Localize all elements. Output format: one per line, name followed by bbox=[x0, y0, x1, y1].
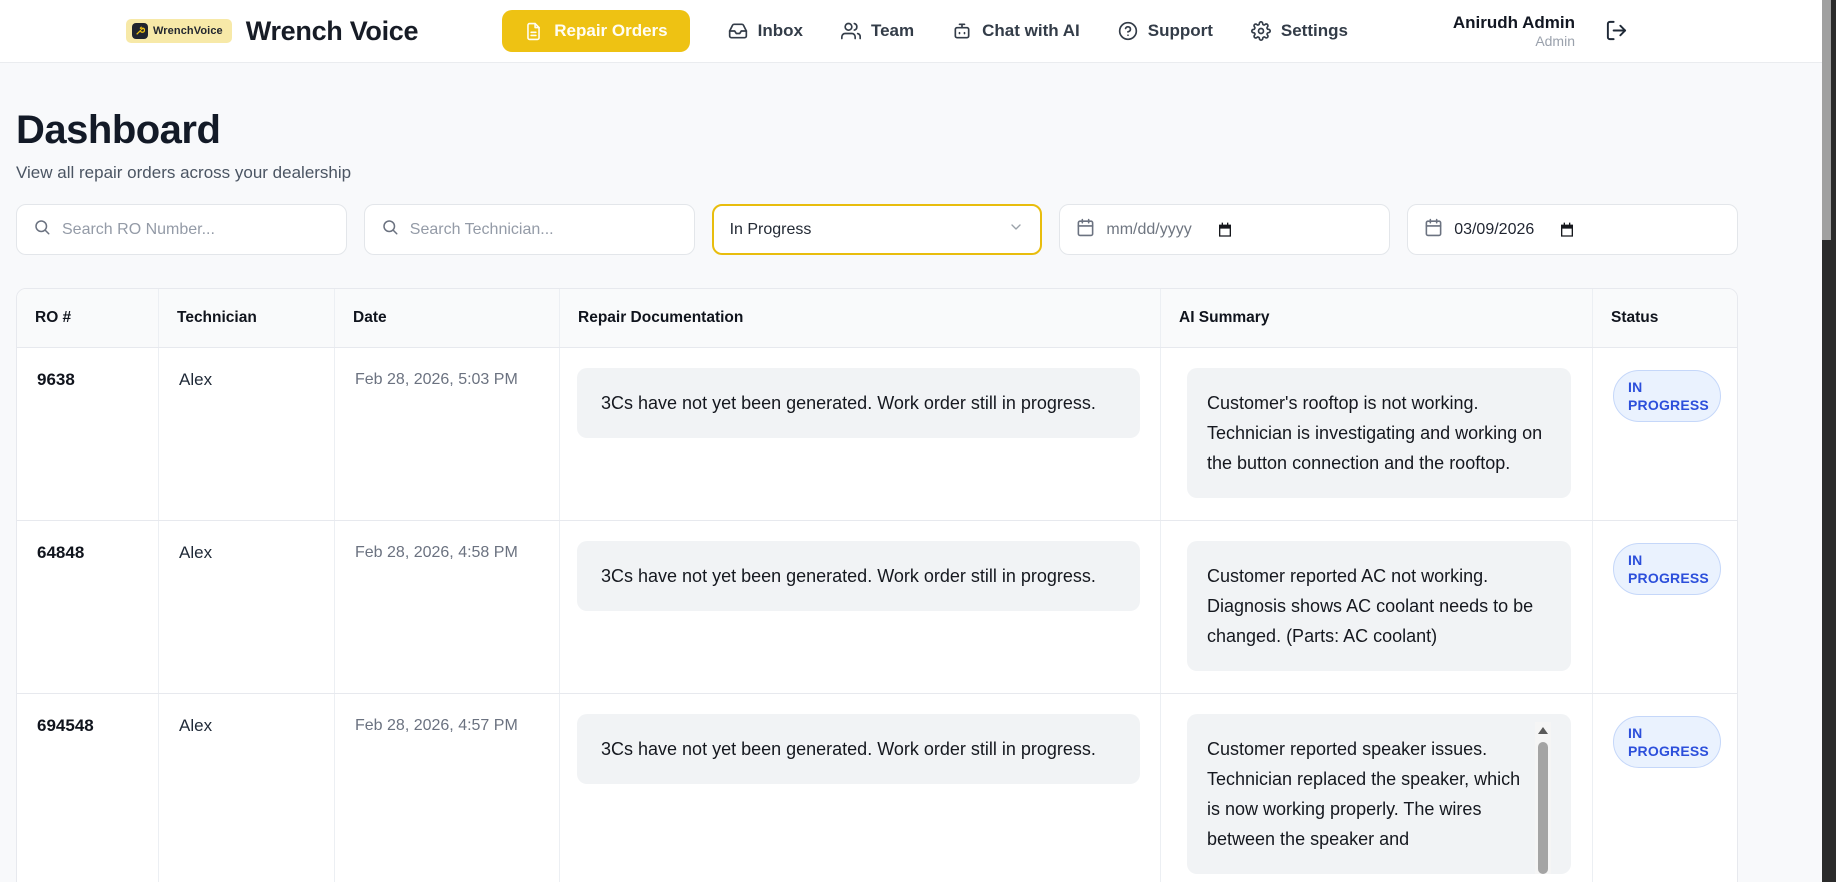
ai-summary-text: Customer's rooftop is not working. Techn… bbox=[1187, 368, 1571, 498]
status-cell: IN PROGRESS bbox=[1593, 694, 1737, 882]
ro-number: 9638 bbox=[17, 348, 159, 520]
ai-summary-cell: Customer reported AC not working. Diagno… bbox=[1161, 521, 1593, 693]
date-to-input[interactable]: 03/09/2026 bbox=[1407, 204, 1738, 255]
summary-scrollbar[interactable] bbox=[1535, 722, 1551, 874]
user-info: Anirudh Admin Admin bbox=[1453, 12, 1575, 51]
nav-chat-with-ai-label: Chat with AI bbox=[982, 21, 1080, 41]
page-scrollbar[interactable] bbox=[1822, 0, 1836, 882]
date-picker-icon[interactable] bbox=[1217, 222, 1233, 238]
search-technician-box bbox=[364, 204, 695, 255]
status-filter-select[interactable]: In Progress bbox=[712, 204, 1043, 255]
nav-settings-label: Settings bbox=[1281, 21, 1348, 41]
search-icon bbox=[33, 218, 51, 241]
order-date: Feb 28, 2026, 4:58 PM bbox=[335, 521, 560, 693]
column-header-ro: RO # bbox=[17, 289, 159, 347]
summary-scrollbar-thumb[interactable] bbox=[1538, 742, 1548, 874]
user-name: Anirudh Admin bbox=[1453, 12, 1575, 33]
user-role: Admin bbox=[1453, 33, 1575, 51]
nav-team-label: Team bbox=[871, 21, 914, 41]
nav-inbox-label: Inbox bbox=[758, 21, 803, 41]
column-header-repair-documentation: Repair Documentation bbox=[560, 289, 1161, 347]
logo-badge-label: WrenchVoice bbox=[153, 25, 223, 37]
date-to-value: 03/09/2026 bbox=[1454, 221, 1534, 239]
ai-summary-cell: Customer reported speaker issues. Techni… bbox=[1161, 694, 1593, 882]
page-subtitle: View all repair orders across your deale… bbox=[16, 163, 1754, 183]
inbox-icon bbox=[728, 21, 748, 41]
app-title: Wrench Voice bbox=[246, 16, 418, 47]
gear-icon bbox=[1251, 21, 1271, 41]
search-technician-input[interactable] bbox=[410, 221, 678, 239]
status-cell: IN PROGRESS bbox=[1593, 348, 1737, 520]
repair-documentation-cell: 3Cs have not yet been generated. Work or… bbox=[560, 694, 1161, 882]
calendar-icon bbox=[1424, 218, 1443, 242]
order-date: Feb 28, 2026, 5:03 PM bbox=[335, 348, 560, 520]
scroll-up-icon[interactable] bbox=[1538, 727, 1548, 734]
search-ro-input[interactable] bbox=[62, 221, 330, 239]
ai-summary-text: Customer reported AC not working. Diagno… bbox=[1187, 541, 1571, 671]
nav-inbox[interactable]: Inbox bbox=[728, 21, 803, 41]
status-badge: IN PROGRESS bbox=[1613, 370, 1721, 422]
table-row[interactable]: 9638 Alex Feb 28, 2026, 5:03 PM 3Cs have… bbox=[17, 347, 1737, 520]
nav-repair-orders-label: Repair Orders bbox=[554, 21, 667, 41]
repair-documentation-cell: 3Cs have not yet been generated. Work or… bbox=[560, 348, 1161, 520]
date-from-input[interactable]: mm/dd/yyyy bbox=[1059, 204, 1390, 255]
chevron-down-icon bbox=[1008, 219, 1024, 240]
search-icon bbox=[381, 218, 399, 241]
top-nav: WrenchVoice Wrench Voice Repair Orders I… bbox=[0, 0, 1836, 63]
date-picker-icon[interactable] bbox=[1559, 222, 1575, 238]
status-badge: IN PROGRESS bbox=[1613, 716, 1721, 768]
ro-number: 694548 bbox=[17, 694, 159, 882]
filter-bar: In Progress mm/dd/yyyy 03/09/2026 bbox=[16, 204, 1738, 255]
nav-repair-orders-button[interactable]: Repair Orders bbox=[502, 10, 689, 52]
status-cell: IN PROGRESS bbox=[1593, 521, 1737, 693]
ai-summary-text: Customer reported speaker issues. Techni… bbox=[1207, 739, 1520, 849]
page-title: Dashboard bbox=[16, 108, 1754, 153]
ai-summary-scroll-area[interactable]: Customer reported speaker issues. Techni… bbox=[1187, 714, 1571, 874]
column-header-status: Status bbox=[1593, 289, 1737, 347]
brand: WrenchVoice Wrench Voice bbox=[126, 16, 418, 47]
repair-orders-table: RO # Technician Date Repair Documentatio… bbox=[16, 288, 1738, 882]
table-row[interactable]: 64848 Alex Feb 28, 2026, 4:58 PM 3Cs hav… bbox=[17, 520, 1737, 693]
nav-chat-with-ai[interactable]: Chat with AI bbox=[952, 21, 1080, 41]
nav-support[interactable]: Support bbox=[1118, 21, 1213, 41]
ai-summary-cell: Customer's rooftop is not working. Techn… bbox=[1161, 348, 1593, 520]
nav-menu: Repair Orders Inbox Team Chat with AI Su bbox=[502, 10, 1348, 52]
nav-team[interactable]: Team bbox=[841, 21, 914, 41]
repair-documentation-text: 3Cs have not yet been generated. Work or… bbox=[577, 368, 1140, 438]
technician-name: Alex bbox=[159, 521, 335, 693]
repair-documentation-cell: 3Cs have not yet been generated. Work or… bbox=[560, 521, 1161, 693]
order-date: Feb 28, 2026, 4:57 PM bbox=[335, 694, 560, 882]
column-header-ai-summary: AI Summary bbox=[1161, 289, 1593, 347]
date-from-value: mm/dd/yyyy bbox=[1106, 221, 1191, 239]
table-row[interactable]: 694548 Alex Feb 28, 2026, 4:57 PM 3Cs ha… bbox=[17, 693, 1737, 882]
column-header-date: Date bbox=[335, 289, 560, 347]
team-icon bbox=[841, 21, 861, 41]
nav-support-label: Support bbox=[1148, 21, 1213, 41]
status-badge: IN PROGRESS bbox=[1613, 543, 1721, 595]
wrench-logo-icon bbox=[132, 23, 148, 39]
nav-settings[interactable]: Settings bbox=[1251, 21, 1348, 41]
repair-documentation-text: 3Cs have not yet been generated. Work or… bbox=[577, 714, 1140, 784]
page-scrollbar-thumb[interactable] bbox=[1822, 0, 1831, 240]
help-icon bbox=[1118, 21, 1138, 41]
technician-name: Alex bbox=[159, 348, 335, 520]
logout-button[interactable] bbox=[1605, 19, 1628, 45]
technician-name: Alex bbox=[159, 694, 335, 882]
document-icon bbox=[524, 22, 543, 41]
logo: WrenchVoice bbox=[126, 19, 232, 43]
status-filter-value: In Progress bbox=[730, 221, 812, 239]
user-menu: Anirudh Admin Admin bbox=[1453, 0, 1628, 63]
logout-icon bbox=[1605, 19, 1628, 45]
table-header-row: RO # Technician Date Repair Documentatio… bbox=[17, 289, 1737, 347]
ro-number: 64848 bbox=[17, 521, 159, 693]
calendar-icon bbox=[1076, 218, 1095, 242]
main-content: Dashboard View all repair orders across … bbox=[0, 108, 1754, 882]
robot-icon bbox=[952, 21, 972, 41]
search-ro-box bbox=[16, 204, 347, 255]
repair-documentation-text: 3Cs have not yet been generated. Work or… bbox=[577, 541, 1140, 611]
column-header-technician: Technician bbox=[159, 289, 335, 347]
